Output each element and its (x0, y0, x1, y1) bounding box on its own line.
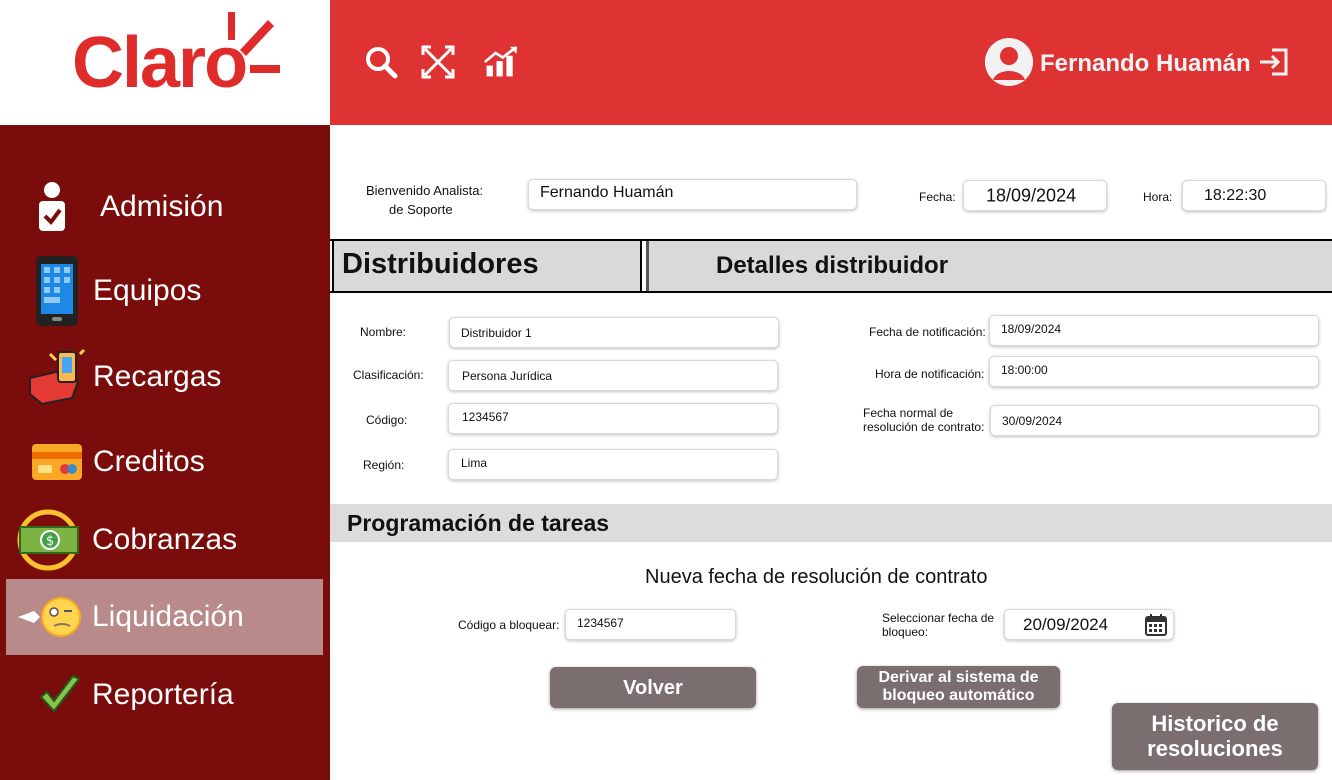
region-value: Lima (461, 456, 488, 470)
codigo-value: 1234567 (462, 410, 509, 424)
hora-notificacion-field[interactable]: 18:00:00 (989, 356, 1319, 387)
time-value: 18:22:30 (1204, 186, 1267, 204)
derivar-button-label-line1: Derivar al sistema de (878, 669, 1039, 687)
crossed-arrows-icon[interactable] (420, 44, 456, 80)
codigo-label: Código: (366, 413, 408, 427)
sidebar-item-label: Reportería (92, 678, 234, 711)
hora-notificacion-label: Hora de notificación: (875, 367, 985, 381)
volver-button[interactable]: Volver (550, 667, 756, 708)
analyst-name-field[interactable]: Fernando Huamán (528, 179, 857, 210)
historico-button[interactable]: Historico de resoluciones (1112, 703, 1318, 770)
fecha-bloqueo-label-line2: bloqueo: (882, 625, 929, 639)
codigo-bloquear-value: 1234567 (577, 616, 624, 630)
fecha-notificacion-value: 18/09/2024 (1001, 322, 1062, 336)
fecha-normal-field[interactable]: 30/09/2024 (990, 405, 1319, 436)
derivar-button-label-line2: bloqueo automático (882, 687, 1035, 704)
region-label: Región: (363, 458, 405, 472)
derivar-button[interactable]: Derivar al sistema de bloqueo automático (857, 666, 1060, 708)
tasks-subtitle: Nueva fecha de resolución de contrato (645, 566, 988, 588)
sidebar-item-creditos[interactable]: Creditos (6, 424, 323, 500)
time-field[interactable]: 18:22:30 (1182, 180, 1326, 211)
sidebar-item-label: Equipos (93, 274, 202, 307)
main-content: Bienvenido Analista: de Soporte Fernando… (330, 125, 1332, 780)
sidebar-item-liquidacion[interactable]: Liquidación (6, 579, 323, 655)
fecha-normal-label-line2: resolución de contrato: (863, 420, 985, 434)
fecha-bloqueo-field[interactable]: 20/09/2024 (1004, 609, 1174, 640)
codigo-bloquear-field[interactable]: 1234567 (565, 609, 736, 640)
sidebar-item-label: Admisión (100, 190, 224, 223)
fecha-normal-value: 30/09/2024 (1002, 413, 1063, 428)
clasificacion-field[interactable]: Persona Jurídica (448, 360, 778, 391)
tab-label: Detalles distribuidor (716, 252, 949, 279)
top-header: Fernando Huamán (330, 0, 1332, 125)
fecha-bloqueo-value: 20/09/2024 (1023, 614, 1109, 634)
svg-text:$: $ (46, 534, 54, 549)
welcome-role: de Soporte (389, 202, 453, 217)
sidebar-item-label: Cobranzas (92, 523, 238, 556)
codigo-field[interactable]: 1234567 (448, 403, 778, 434)
time-label: Hora: (1143, 190, 1173, 204)
fecha-bloqueo-label-line1: Seleccionar fecha de (882, 611, 995, 625)
volver-button-label: Volver (623, 676, 683, 699)
section-title: Programación de tareas (347, 510, 610, 536)
nombre-value: Distribuidor 1 (461, 325, 532, 340)
calendar-icon[interactable] (1145, 614, 1167, 636)
claro-logo: Claro (72, 23, 248, 103)
liquidation-icon (18, 597, 81, 637)
clasificacion-value: Persona Jurídica (462, 368, 553, 383)
date-field[interactable]: 18/09/2024 (963, 180, 1107, 211)
fecha-notificacion-field[interactable]: 18/09/2024 (989, 315, 1319, 346)
section-header: Programación de tareas (330, 504, 1332, 542)
sidebar-item-recargas[interactable]: Recargas (6, 339, 323, 415)
tab-label: Distribuidores (342, 248, 539, 280)
user-avatar[interactable] (985, 38, 1033, 86)
sidebar-item-reporteria[interactable]: Reportería (6, 657, 323, 733)
logo-rays-icon (228, 12, 280, 73)
fecha-normal-label-line1: Fecha normal de (863, 406, 954, 420)
search-icon[interactable] (363, 44, 399, 80)
user-name: Fernando Huamán (1040, 50, 1251, 77)
money-icon: $ (17, 509, 79, 571)
historico-button-label-line1: Historico de (1151, 711, 1279, 737)
hora-notificacion-value: 18:00:00 (1001, 363, 1048, 377)
welcome-label: Bienvenido Analista: (366, 183, 484, 198)
sidebar-item-label: Recargas (93, 360, 222, 393)
fecha-bloqueo-label: Seleccionar fecha de bloqueo: (882, 611, 994, 639)
credit-card-icon (32, 444, 82, 480)
codigo-bloquear-label: Código a bloquear: (458, 618, 560, 632)
historico-button-label-line2: resoluciones (1147, 735, 1283, 761)
logo-area: Claro (0, 0, 330, 125)
analytics-icon[interactable] (483, 44, 519, 80)
sidebar-item-equipos[interactable]: Equipos (6, 253, 323, 329)
date-value: 18/09/2024 (986, 185, 1077, 205)
sidebar-item-cobranzas[interactable]: $ Cobranzas (6, 502, 323, 578)
sidebar-item-admision[interactable]: Admisión (6, 169, 323, 245)
tab-bar: Distribuidores Detalles distribuidor (330, 239, 1332, 293)
app-window: Claro Fernando Huamán Admisión Equipos R… (0, 0, 1332, 780)
sidebar-item-label: Liquidación (92, 600, 244, 633)
nombre-label: Nombre: (360, 325, 407, 339)
analyst-name-value: Fernando Huamán (540, 184, 674, 201)
logout-icon[interactable] (1258, 46, 1290, 78)
sidebar: Admisión Equipos Recargas Creditos $ Cob… (0, 125, 330, 780)
user-check-icon (39, 182, 65, 231)
region-field[interactable]: Lima (448, 449, 778, 480)
clasificacion-label: Clasificación: (353, 368, 424, 382)
nombre-field[interactable]: Distribuidor 1 (449, 317, 779, 348)
date-label: Fecha: (919, 190, 956, 204)
tab-distribuidores[interactable]: Distribuidores (332, 241, 642, 291)
tab-detalles-distribuidor[interactable]: Detalles distribuidor (646, 241, 1332, 291)
fecha-notificacion-label: Fecha de notificación: (869, 325, 986, 339)
smartphone-icon (36, 256, 78, 326)
checkmark-icon (39, 674, 81, 713)
recharge-icon (29, 348, 86, 406)
sidebar-item-label: Creditos (93, 445, 205, 478)
fecha-normal-label: Fecha normal de resolución de contrato: (863, 406, 984, 434)
